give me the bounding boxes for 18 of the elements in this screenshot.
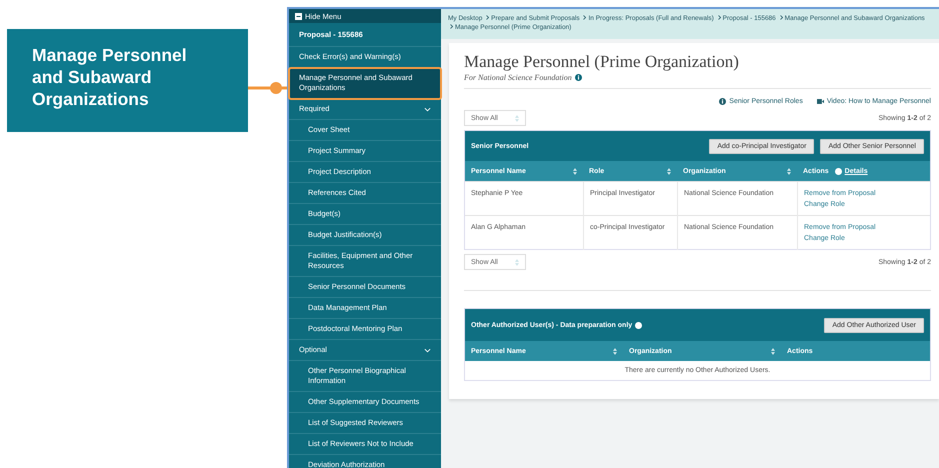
chevron-icon [424,348,431,352]
separator-icon [486,15,490,20]
separator-icon [583,15,586,20]
sort-icon[interactable] [667,168,671,174]
callout-label: Manage Personnel and Subaward Organizations [7,29,248,132]
leader-line [248,82,287,94]
sort-icon[interactable] [771,348,775,354]
sort-icon[interactable] [787,168,791,174]
separator-icon [718,15,721,20]
sort-icon[interactable] [573,168,577,174]
page-subtitle: For National Science Foundation [464,73,572,82]
chevron-icon [424,106,431,112]
separator-icon [450,24,453,29]
sort-icon[interactable] [613,348,617,354]
minus-icon [295,12,302,20]
video-camera-icon [816,98,824,105]
separator-icon [780,15,783,20]
page-title: Manage Personnel (Prime Organization) [464,51,740,73]
